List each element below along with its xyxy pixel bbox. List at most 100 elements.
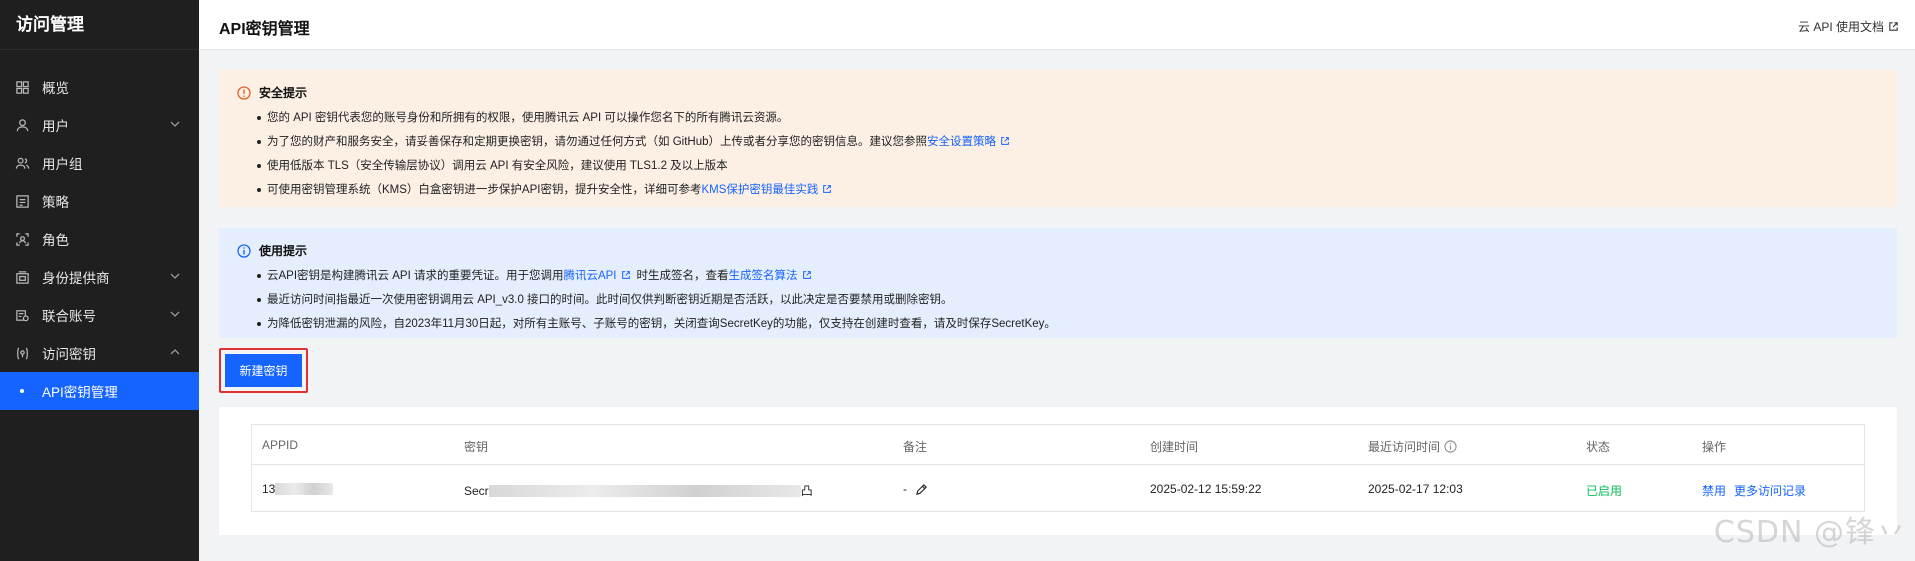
api-docs-link[interactable]: 云 API 使用文档	[1798, 18, 1899, 35]
column-header-last-access: 最近访问时间	[1368, 438, 1457, 455]
kms-best-practice-link[interactable]: KMS保护密钥最佳实践	[701, 184, 818, 196]
page-title: API密钥管理	[219, 21, 310, 38]
user-icon	[14, 117, 30, 133]
sidebar-item-users[interactable]: 用户	[0, 106, 199, 144]
notice-text: 为了您的财产和服务安全，请妥善保存和定期更换密钥，请勿通过任何方式（如 GitH…	[267, 136, 927, 148]
list-item: 您的 API 密钥代表您的账号身份和所拥有的权限，使用腾讯云 API 可以操作您…	[257, 106, 1016, 130]
list-item: 为了您的财产和服务安全，请妥善保存和定期更换密钥，请勿通过任何方式（如 GitH…	[257, 130, 1016, 154]
secret-id-redacted	[488, 484, 801, 497]
column-header-remark: 备注	[903, 440, 928, 454]
chevron-up-icon	[170, 349, 180, 355]
sidebar-title: 访问管理	[0, 0, 199, 50]
remark-value: -	[903, 482, 907, 496]
appid-cell: 13	[262, 482, 334, 496]
appid-redacted	[275, 483, 334, 495]
tencent-cloud-api-link[interactable]: 腾讯云API	[563, 270, 616, 282]
sidebar-item-label: 访问密钥	[42, 347, 96, 362]
edit-pencil-icon[interactable]	[915, 483, 928, 496]
notice-text: 使用低版本 TLS（安全传输层协议）调用云 API 有安全风险，建议使用 TLS…	[267, 160, 728, 172]
page-header: API密钥管理 云 API 使用文档	[199, 0, 1915, 50]
info-icon	[237, 243, 251, 258]
external-link-icon	[802, 271, 811, 279]
user-group-icon	[14, 155, 30, 171]
list-item: 云API密钥是构建腾讯云 API 请求的重要凭证。用于您调用腾讯云API 时生成签…	[257, 264, 1056, 288]
signature-algorithm-link[interactable]: 生成签名算法	[729, 270, 798, 282]
appid-visible: 13	[262, 482, 276, 496]
secret-id-cell: Secr 凸	[464, 482, 813, 499]
api-keys-table: APPID 密钥 备注 创建时间 最近访问时间 状态 操作 13 Secr 凸 …	[251, 424, 1865, 512]
list-item: 为降低密钥泄漏的风险，自2023年11月30日起，对所有主账号、子账号的密钥，关…	[257, 312, 1056, 336]
column-header-last-access-label: 最近访问时间	[1368, 440, 1441, 454]
sidebar-item-identity-providers[interactable]: 身份提供商	[0, 258, 199, 296]
sidebar-item-label: 用户组	[42, 157, 83, 172]
sidebar-item-federated-accounts[interactable]: 联合账号	[0, 296, 199, 334]
active-dot	[20, 389, 24, 393]
chevron-down-icon	[170, 273, 180, 279]
security-notice-header: 安全提示	[237, 84, 307, 101]
sidebar-item-label: 策略	[42, 195, 69, 210]
access-key-icon	[14, 345, 30, 361]
external-link-icon	[1889, 22, 1898, 31]
sidebar-item-label: 用户	[42, 119, 69, 134]
create-key-highlight: 新建密钥	[219, 348, 308, 393]
sidebar-item-label: 角色	[42, 233, 69, 248]
list-item: 使用低版本 TLS（安全传输层协议）调用云 API 有安全风险，建议使用 TLS…	[257, 154, 1016, 178]
sidebar-item-access-keys[interactable]: 访问密钥	[0, 334, 199, 372]
sidebar-item-label: 联合账号	[42, 309, 96, 324]
security-notice-list: 您的 API 密钥代表您的账号身份和所拥有的权限，使用腾讯云 API 可以操作您…	[257, 106, 1016, 202]
secret-id-visible: Secr	[464, 483, 489, 498]
chevron-down-icon	[170, 121, 180, 127]
watermark: CSDN @锋丷	[1713, 515, 1907, 550]
column-header-status: 状态	[1586, 440, 1611, 454]
column-header-actions: 操作	[1702, 440, 1727, 454]
security-notice-title: 安全提示	[259, 86, 308, 100]
notice-text: 您的 API 密钥代表您的账号身份和所拥有的权限，使用腾讯云 API 可以操作您…	[267, 112, 789, 124]
sidebar-item-label: API密钥管理	[42, 385, 118, 400]
sidebar-item-user-groups[interactable]: 用户组	[0, 144, 199, 182]
security-notice: 安全提示 您的 API 密钥代表您的账号身份和所拥有的权限，使用腾讯云 API …	[219, 70, 1897, 207]
external-link-icon	[621, 271, 630, 279]
table-header: APPID 密钥 备注 创建时间 最近访问时间 状态 操作	[252, 425, 1864, 465]
sidebar-item-label: 概览	[42, 81, 69, 96]
policy-icon	[14, 193, 30, 209]
api-docs-link-label: 云 API 使用文档	[1797, 20, 1884, 34]
disable-key-link[interactable]: 禁用	[1702, 482, 1726, 499]
column-header-created: 创建时间	[1150, 440, 1199, 454]
api-keys-card: APPID 密钥 备注 创建时间 最近访问时间 状态 操作 13 Secr 凸 …	[219, 407, 1897, 535]
external-link-icon	[823, 185, 832, 193]
list-item: 最近访问时间指最近一次使用密钥调用云 API_v3.0 接口的时间。此时间仅供判…	[257, 288, 1056, 312]
created-time-cell: 2025-02-12 15:59:22	[1150, 482, 1262, 496]
federated-account-icon	[14, 307, 30, 323]
status-badge: 已启用	[1586, 484, 1623, 498]
notice-text: 最近访问时间指最近一次使用密钥调用云 API_v3.0 接口的时间。此时间仅供判…	[267, 294, 953, 306]
role-icon	[14, 231, 30, 247]
actions-cell: 禁用 更多访问记录	[1702, 482, 1814, 499]
more-access-records-link[interactable]: 更多访问记录	[1734, 482, 1806, 499]
security-settings-link[interactable]: 安全设置策略	[927, 136, 996, 148]
list-item: 可使用密钥管理系统（KMS）白盒密钥进一步保护API密钥，提升安全性，详细可参考…	[257, 178, 1016, 202]
column-header-key: 密钥	[464, 440, 489, 454]
sidebar-item-policies[interactable]: 策略	[0, 182, 199, 220]
external-link-icon	[1001, 137, 1009, 145]
notice-text: 云API密钥是构建腾讯云 API 请求的重要凭证。用于您调用	[267, 270, 564, 282]
identity-provider-icon	[14, 269, 30, 285]
usage-notice-title: 使用提示	[259, 244, 308, 258]
sidebar-item-label: 身份提供商	[42, 271, 110, 286]
usage-notice: 使用提示 云API密钥是构建腾讯云 API 请求的重要凭证。用于您调用腾讯云AP…	[219, 228, 1897, 338]
column-header-appid: APPID	[262, 438, 299, 452]
chevron-down-icon	[170, 311, 180, 317]
sidebar-item-roles[interactable]: 角色	[0, 220, 199, 258]
last-access-cell: 2025-02-17 12:03	[1368, 482, 1463, 496]
grid-icon	[14, 79, 30, 95]
warning-icon	[237, 85, 251, 100]
notice-text: 可使用密钥管理系统（KMS）白盒密钥进一步保护API密钥，提升安全性，详细可参考	[267, 184, 702, 196]
notice-text: 为降低密钥泄漏的风险，自2023年11月30日起，对所有主账号、子账号的密钥，关…	[267, 318, 1056, 330]
create-key-button[interactable]: 新建密钥	[225, 354, 302, 387]
table-row: 13 Secr 凸 - 2025-02-12 15:59:22 2025-02-…	[252, 465, 1864, 513]
info-icon[interactable]	[1444, 440, 1457, 453]
notice-text: 时生成签名，查看	[636, 270, 729, 282]
usage-notice-header: 使用提示	[237, 242, 307, 259]
sidebar-item-api-key-management[interactable]: API密钥管理	[0, 372, 199, 410]
sidebar-item-overview[interactable]: 概览	[0, 68, 199, 106]
secret-id-suffix: 凸	[800, 484, 813, 498]
